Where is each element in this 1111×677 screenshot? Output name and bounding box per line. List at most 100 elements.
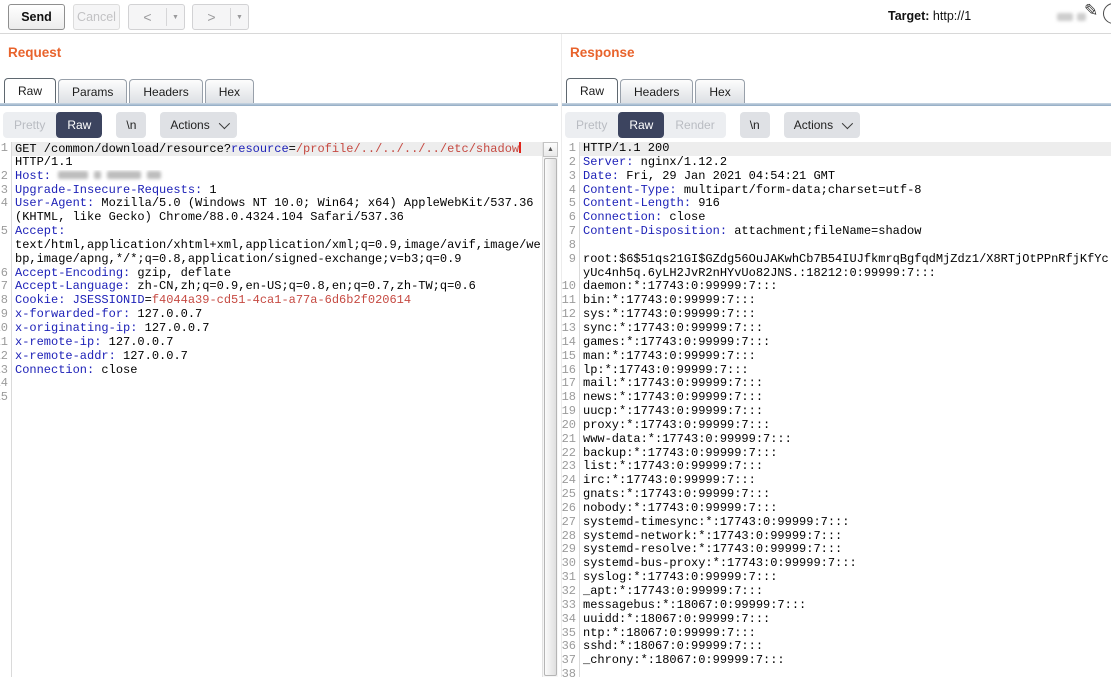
editor-row[interactable]: 3Upgrade-Insecure-Requests: 1 bbox=[0, 184, 542, 198]
editor-row[interactable]: 2Server: nginx/1.12.2 bbox=[562, 156, 1111, 170]
editor-row[interactable]: 7Accept-Language: zh-CN,zh;q=0.9,en-US;q… bbox=[0, 280, 542, 294]
editor-row[interactable]: 20proxy:*:17743:0:99999:7::: bbox=[562, 419, 1111, 433]
tab-hex[interactable]: Hex bbox=[205, 79, 254, 103]
editor-row[interactable]: bp,image/apng,*/*;q=0.8,application/sign… bbox=[0, 253, 542, 267]
editor-row[interactable]: 37_chrony:*:18067:0:99999:7::: bbox=[562, 654, 1111, 668]
editor-row[interactable]: 13sync:*:17743:0:99999:7::: bbox=[562, 322, 1111, 336]
pretty-button[interactable]: Pretty bbox=[565, 112, 618, 138]
line-text[interactable]: root:$6$51qs21GI$GZdg56OuJAKwhCb7B54IUJf… bbox=[579, 253, 1111, 267]
line-text[interactable]: proxy:*:17743:0:99999:7::: bbox=[579, 419, 1111, 433]
line-text[interactable]: lp:*:17743:0:99999:7::: bbox=[579, 364, 1111, 378]
line-text[interactable]: uucp:*:17743:0:99999:7::: bbox=[579, 405, 1111, 419]
editor-row[interactable]: 30systemd-bus-proxy:*:17743:0:99999:7::: bbox=[562, 557, 1111, 571]
editor-row[interactable]: 38 bbox=[562, 668, 1111, 677]
scrollbar-thumb[interactable] bbox=[544, 158, 557, 676]
tab-raw[interactable]: Raw bbox=[4, 78, 56, 103]
tab-headers[interactable]: Headers bbox=[620, 79, 693, 103]
edit-target-icon[interactable]: ✎ bbox=[1084, 1, 1098, 21]
line-text[interactable]: bp,image/apng,*/*;q=0.8,application/sign… bbox=[11, 253, 542, 267]
line-text[interactable]: list:*:17743:0:99999:7::: bbox=[579, 460, 1111, 474]
editor-row[interactable]: 15man:*:17743:0:99999:7::: bbox=[562, 350, 1111, 364]
line-text[interactable]: Connection: close bbox=[579, 211, 1111, 225]
response-editor[interactable]: 1HTTP/1.1 2002Server: nginx/1.12.23Date:… bbox=[562, 142, 1111, 677]
editor-row[interactable]: 11bin:*:17743:0:99999:7::: bbox=[562, 294, 1111, 308]
tab-headers[interactable]: Headers bbox=[129, 79, 202, 103]
editor-row[interactable]: 34uuidd:*:18067:0:99999:7::: bbox=[562, 613, 1111, 627]
line-text[interactable]: Server: nginx/1.12.2 bbox=[579, 156, 1111, 170]
editor-row[interactable]: 1GET /common/download/resource?resource=… bbox=[0, 142, 542, 156]
editor-row[interactable]: 1HTTP/1.1 200 bbox=[562, 142, 1111, 156]
editor-row[interactable]: yUc4nh5q.6yLH2JvR2nHYvUo82JNS.:18212:0:9… bbox=[562, 267, 1111, 281]
cancel-button[interactable]: Cancel bbox=[73, 4, 120, 30]
line-text[interactable]: Content-Disposition: attachment;fileName… bbox=[579, 225, 1111, 239]
line-text[interactable]: syslog:*:17743:0:99999:7::: bbox=[579, 571, 1111, 585]
line-text[interactable]: Cookie: JSESSIONID=f4044a39-cd51-4ca1-a7… bbox=[11, 294, 542, 308]
editor-row[interactable]: 12x-remote-addr: 127.0.0.7 bbox=[0, 350, 542, 364]
line-text[interactable]: systemd-resolve:*:17743:0:99999:7::: bbox=[579, 543, 1111, 557]
forward-button[interactable]: > ▼ bbox=[192, 4, 249, 30]
editor-row[interactable]: 5Content-Length: 916 bbox=[562, 197, 1111, 211]
tab-hex[interactable]: Hex bbox=[695, 79, 744, 103]
editor-row[interactable]: 2Host: bbox=[0, 170, 542, 184]
render-button[interactable]: Render bbox=[664, 112, 725, 138]
line-text[interactable]: Host: bbox=[11, 170, 542, 184]
editor-row[interactable]: 3Date: Fri, 29 Jan 2021 04:54:21 GMT bbox=[562, 170, 1111, 184]
editor-row[interactable]: 15 bbox=[0, 391, 542, 405]
raw-button[interactable]: Raw bbox=[618, 112, 664, 138]
tab-raw[interactable]: Raw bbox=[566, 78, 618, 103]
request-scrollbar[interactable]: ▲ bbox=[542, 142, 558, 677]
editor-row[interactable]: 10daemon:*:17743:0:99999:7::: bbox=[562, 280, 1111, 294]
line-text[interactable]: games:*:17743:0:99999:7::: bbox=[579, 336, 1111, 350]
line-text[interactable]: yUc4nh5q.6yLH2JvR2nHYvUo82JNS.:18212:0:9… bbox=[579, 267, 1111, 281]
scroll-up-icon[interactable]: ▲ bbox=[543, 142, 558, 157]
editor-row[interactable]: 24irc:*:17743:0:99999:7::: bbox=[562, 474, 1111, 488]
line-text[interactable]: news:*:17743:0:99999:7::: bbox=[579, 391, 1111, 405]
line-text[interactable]: Upgrade-Insecure-Requests: 1 bbox=[11, 184, 542, 198]
editor-row[interactable]: 26nobody:*:17743:0:99999:7::: bbox=[562, 502, 1111, 516]
line-text[interactable]: _chrony:*:18067:0:99999:7::: bbox=[579, 654, 1111, 668]
line-text[interactable]: Date: Fri, 29 Jan 2021 04:54:21 GMT bbox=[579, 170, 1111, 184]
line-text[interactable]: man:*:17743:0:99999:7::: bbox=[579, 350, 1111, 364]
editor-row[interactable]: 21www-data:*:17743:0:99999:7::: bbox=[562, 433, 1111, 447]
line-text[interactable]: Accept-Encoding: gzip, deflate bbox=[11, 267, 542, 281]
editor-row[interactable]: 8 bbox=[562, 239, 1111, 253]
line-text[interactable]: gnats:*:17743:0:99999:7::: bbox=[579, 488, 1111, 502]
editor-row[interactable]: 9root:$6$51qs21GI$GZdg56OuJAKwhCb7B54IUJ… bbox=[562, 253, 1111, 267]
editor-row[interactable]: 33messagebus:*:18067:0:99999:7::: bbox=[562, 599, 1111, 613]
line-text[interactable]: Accept: bbox=[11, 225, 542, 239]
line-text[interactable]: (KHTML, like Gecko) Chrome/88.0.4324.104… bbox=[11, 211, 542, 225]
line-text[interactable]: systemd-bus-proxy:*:17743:0:99999:7::: bbox=[579, 557, 1111, 571]
tab-params[interactable]: Params bbox=[58, 79, 127, 103]
editor-row[interactable]: 11x-remote-ip: 127.0.0.7 bbox=[0, 336, 542, 350]
line-text[interactable] bbox=[579, 668, 1111, 677]
line-text[interactable]: HTTP/1.1 200 bbox=[579, 142, 1111, 156]
editor-row[interactable]: (KHTML, like Gecko) Chrome/88.0.4324.104… bbox=[0, 211, 542, 225]
line-text[interactable] bbox=[11, 391, 542, 405]
editor-row[interactable]: 36sshd:*:18067:0:99999:7::: bbox=[562, 640, 1111, 654]
actions-button[interactable]: Actions bbox=[160, 112, 236, 138]
line-text[interactable]: x-forwarded-for: 127.0.0.7 bbox=[11, 308, 542, 322]
editor-row[interactable]: 9x-forwarded-for: 127.0.0.7 bbox=[0, 308, 542, 322]
editor-row[interactable]: 18news:*:17743:0:99999:7::: bbox=[562, 391, 1111, 405]
line-text[interactable]: Content-Type: multipart/form-data;charse… bbox=[579, 184, 1111, 198]
editor-row[interactable]: 25gnats:*:17743:0:99999:7::: bbox=[562, 488, 1111, 502]
newline-toggle-button[interactable]: \n bbox=[116, 112, 146, 138]
editor-row[interactable]: 28systemd-network:*:17743:0:99999:7::: bbox=[562, 530, 1111, 544]
pretty-button[interactable]: Pretty bbox=[3, 112, 56, 138]
editor-row[interactable]: 19uucp:*:17743:0:99999:7::: bbox=[562, 405, 1111, 419]
send-button[interactable]: Send bbox=[8, 4, 65, 30]
back-button[interactable]: < ▼ bbox=[128, 4, 185, 30]
request-editor[interactable]: 1GET /common/download/resource?resource=… bbox=[0, 142, 542, 677]
line-text[interactable] bbox=[11, 377, 542, 391]
editor-row[interactable]: 27systemd-timesync:*:17743:0:99999:7::: bbox=[562, 516, 1111, 530]
line-text[interactable]: backup:*:17743:0:99999:7::: bbox=[579, 447, 1111, 461]
line-text[interactable]: Accept-Language: zh-CN,zh;q=0.9,en-US;q=… bbox=[11, 280, 542, 294]
newline-toggle-button[interactable]: \n bbox=[740, 112, 770, 138]
editor-row[interactable]: 14 bbox=[0, 377, 542, 391]
editor-row[interactable]: 22backup:*:17743:0:99999:7::: bbox=[562, 447, 1111, 461]
line-text[interactable]: bin:*:17743:0:99999:7::: bbox=[579, 294, 1111, 308]
forward-dropdown-icon[interactable]: ▼ bbox=[231, 14, 248, 21]
editor-row[interactable]: 14games:*:17743:0:99999:7::: bbox=[562, 336, 1111, 350]
line-text[interactable]: www-data:*:17743:0:99999:7::: bbox=[579, 433, 1111, 447]
line-text[interactable]: GET /common/download/resource?resource=/… bbox=[11, 142, 542, 156]
